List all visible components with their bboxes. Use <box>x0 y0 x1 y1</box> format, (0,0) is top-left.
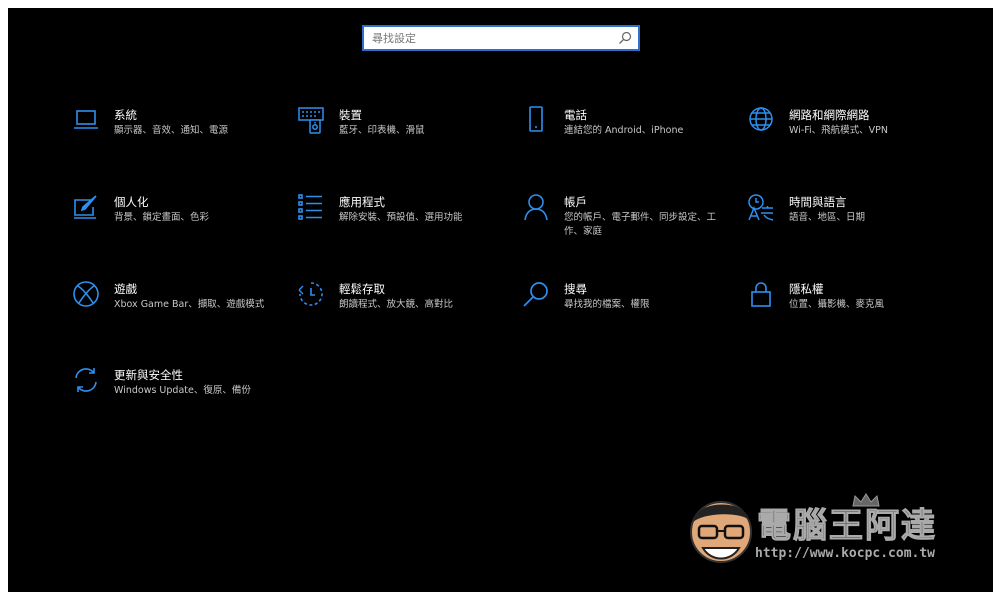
laptop-icon <box>72 106 100 134</box>
category-gaming[interactable]: 遊戲 Xbox Game Bar、擷取、遊戲模式 <box>72 280 282 340</box>
phone-icon <box>522 106 550 134</box>
category-privacy[interactable]: 隱私權 位置、攝影機、麥克風 <box>747 280 957 340</box>
category-title: 輕鬆存取 <box>339 282 385 296</box>
sync-icon <box>72 366 100 394</box>
watermark-url: http://www.kocpc.com.tw <box>755 546 936 561</box>
category-personalization[interactable]: 個人化 背景、鎖定畫面、色彩 <box>72 193 282 253</box>
category-description: 位置、攝影機、麥克風 <box>789 299 885 310</box>
watermark: 電腦王阿達 http://www.kocpc.com.tw <box>685 484 969 584</box>
search-box[interactable] <box>362 25 640 51</box>
category-description: 語音、地區、日期 <box>789 212 866 223</box>
category-accounts[interactable]: 帳戶 您的帳戶、電子郵件、同步設定、工作、家庭 <box>522 193 732 253</box>
category-description: 尋找我的檔案、權限 <box>564 299 650 310</box>
category-title: 個人化 <box>114 195 149 209</box>
category-description: 解除安裝、預設值、選用功能 <box>339 212 463 223</box>
category-description: 朗讀程式、放大鏡、高對比 <box>339 299 454 310</box>
settings-window: 系統 顯示器、音效、通知、電源 裝置 藍牙、印表機、滑鼠 電話 連結您的 And… <box>8 8 993 592</box>
category-search[interactable]: 搜尋 尋找我的檔案、權限 <box>522 280 732 340</box>
category-description: 顯示器、音效、通知、電源 <box>114 125 229 136</box>
category-title: 系統 <box>114 108 137 122</box>
xbox-icon <box>72 280 100 308</box>
category-title: 更新與安全性 <box>114 368 183 382</box>
category-title: 遊戲 <box>114 282 137 296</box>
category-description: 連結您的 Android、iPhone <box>564 125 684 136</box>
time-language-icon <box>747 193 775 221</box>
globe-icon <box>747 106 775 134</box>
search-icon <box>522 280 550 308</box>
category-title: 隱私權 <box>789 282 824 296</box>
category-description: 背景、鎖定畫面、色彩 <box>114 212 210 223</box>
mascot-logo <box>690 501 752 563</box>
search-input[interactable] <box>364 27 612 49</box>
category-title: 應用程式 <box>339 195 385 209</box>
category-update-security[interactable]: 更新與安全性 Windows Update、復原、備份 <box>72 366 282 426</box>
category-description: 藍牙、印表機、滑鼠 <box>339 125 425 136</box>
category-title: 時間與語言 <box>789 195 847 209</box>
category-system[interactable]: 系統 顯示器、音效、通知、電源 <box>72 106 282 166</box>
apps-list-icon <box>297 193 325 221</box>
category-title: 電話 <box>564 108 587 122</box>
category-title: 網路和網際網路 <box>789 108 870 122</box>
category-ease-of-access[interactable]: 輕鬆存取 朗讀程式、放大鏡、高對比 <box>297 280 507 340</box>
person-icon <box>522 193 550 221</box>
category-phone[interactable]: 電話 連結您的 Android、iPhone <box>522 106 732 166</box>
category-apps[interactable]: 應用程式 解除安裝、預設值、選用功能 <box>297 193 507 253</box>
category-devices[interactable]: 裝置 藍牙、印表機、滑鼠 <box>297 106 507 166</box>
category-title: 裝置 <box>339 108 362 122</box>
search-icon[interactable] <box>618 31 632 45</box>
category-network[interactable]: 網路和網際網路 Wi-Fi、飛航模式、VPN <box>747 106 957 166</box>
watermark-brand: 電腦王阿達 <box>757 506 937 547</box>
category-time-language[interactable]: 時間與語言 語音、地區、日期 <box>747 193 957 253</box>
category-description: Wi-Fi、飛航模式、VPN <box>789 125 888 136</box>
category-title: 帳戶 <box>564 195 587 209</box>
ease-of-access-icon <box>297 280 325 308</box>
category-description: Xbox Game Bar、擷取、遊戲模式 <box>114 299 265 310</box>
paint-icon <box>72 193 100 221</box>
lock-icon <box>747 280 775 308</box>
keyboard-icon <box>297 106 325 134</box>
category-description: 您的帳戶、電子郵件、同步設定、工作、家庭 <box>564 212 717 237</box>
category-title: 搜尋 <box>564 282 587 296</box>
category-description: Windows Update、復原、備份 <box>114 385 251 396</box>
